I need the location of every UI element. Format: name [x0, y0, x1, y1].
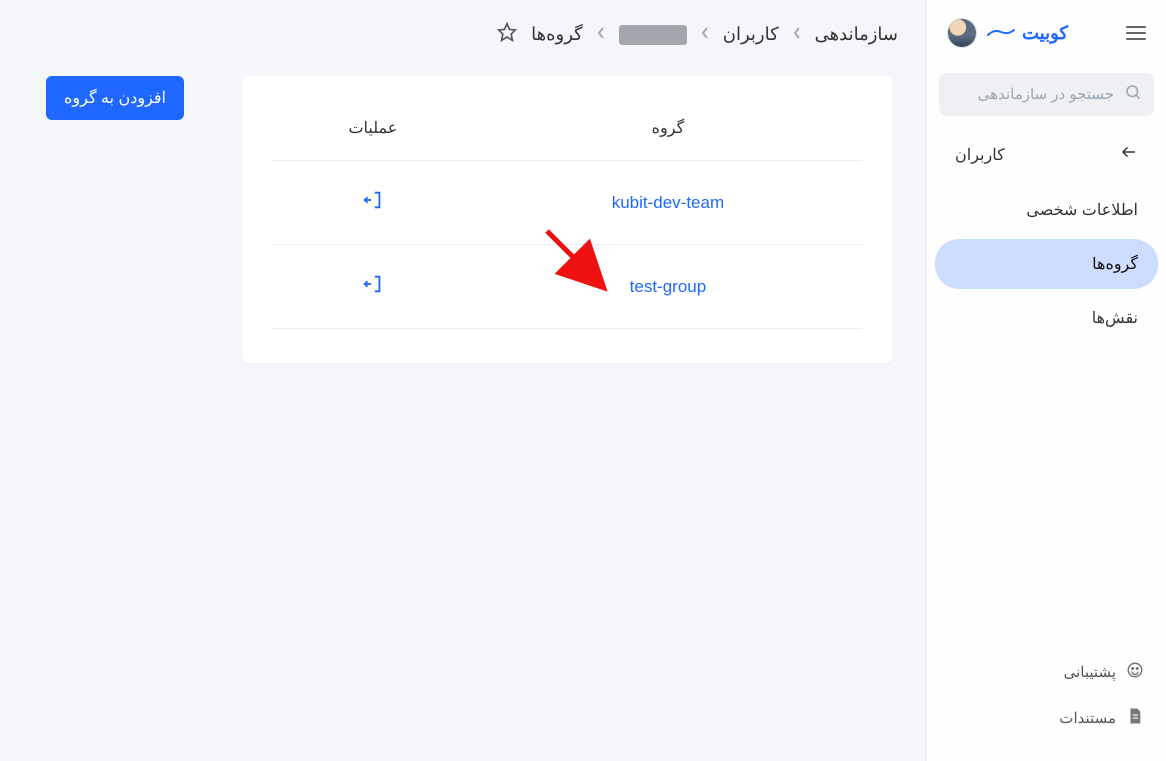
th-group: گروه [474, 102, 862, 161]
sidebar-header: کوبیت [927, 0, 1166, 63]
footer-item-label: پشتیبانی [1064, 663, 1116, 681]
leave-group-icon[interactable] [362, 273, 384, 295]
menu-icon[interactable] [1126, 26, 1146, 40]
arrow-back-icon [1120, 143, 1138, 166]
brand-name: کوبیت [1022, 23, 1068, 44]
main: سازماندهی کاربران گروه‌ها افزودن به گروه… [0, 0, 926, 761]
sidebar-footer: پشتیبانی مستندات [927, 649, 1166, 761]
table-row: test-group [272, 245, 862, 329]
th-actions: عملیات [272, 102, 474, 161]
crumb-user-redacted[interactable] [619, 25, 687, 45]
groups-card: گروه عملیات kubit-dev-team test-group [242, 76, 892, 363]
footer-item-label: مستندات [1059, 709, 1116, 727]
crumb-organizing[interactable]: سازماندهی [815, 24, 898, 45]
add-to-group-button[interactable]: افزودن به گروه [46, 76, 184, 120]
sidebar-item-groups[interactable]: گروه‌ها [935, 239, 1158, 289]
groups-table: گروه عملیات kubit-dev-team test-group [272, 102, 862, 329]
brand-wrap: کوبیت [947, 18, 1068, 48]
sidebar-item-users[interactable]: کاربران [935, 128, 1158, 181]
search-box[interactable] [939, 73, 1154, 116]
chevron-left-icon [701, 24, 709, 45]
sidebar-item-label: نقش‌ها [1092, 308, 1138, 328]
search-icon [1124, 83, 1142, 106]
avatar[interactable] [947, 18, 977, 48]
leave-group-icon[interactable] [362, 189, 384, 211]
search-input[interactable] [915, 86, 1114, 103]
footer-item-support[interactable]: پشتیبانی [927, 649, 1166, 695]
sidebar-item-label: کاربران [955, 145, 1005, 165]
support-icon [1126, 661, 1144, 683]
footer-item-docs[interactable]: مستندات [927, 695, 1166, 741]
group-link[interactable]: kubit-dev-team [612, 193, 724, 212]
sidebar: کوبیت کاربران اطلاعات شخصی گروه‌ها نقش‌ه… [926, 0, 1166, 761]
breadcrumb: سازماندهی کاربران گروه‌ها [0, 0, 926, 69]
document-icon [1126, 707, 1144, 729]
star-icon[interactable] [497, 22, 517, 47]
brand-logo-icon [987, 23, 1015, 44]
sidebar-item-roles[interactable]: نقش‌ها [935, 293, 1158, 343]
chevron-left-icon [597, 24, 605, 45]
crumb-users[interactable]: کاربران [723, 24, 779, 45]
chevron-left-icon [793, 24, 801, 45]
crumb-groups: گروه‌ها [531, 24, 583, 45]
sidebar-item-label: گروه‌ها [1092, 254, 1138, 274]
brand[interactable]: کوبیت [987, 23, 1068, 44]
sidebar-item-personal-info[interactable]: اطلاعات شخصی [935, 185, 1158, 235]
group-link[interactable]: test-group [630, 277, 707, 296]
table-row: kubit-dev-team [272, 161, 862, 245]
sidebar-item-label: اطلاعات شخصی [1026, 200, 1138, 220]
